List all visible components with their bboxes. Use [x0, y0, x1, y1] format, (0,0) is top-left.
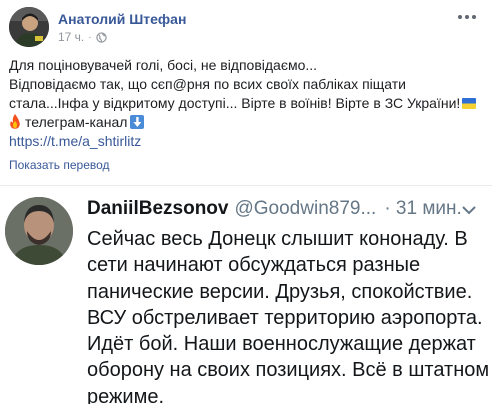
tweet-line: режиме. [87, 385, 165, 404]
chevron-down-icon [462, 206, 476, 215]
tweet-text: Сейчас весь Донецк слышит кононаду. В се… [87, 226, 490, 404]
tweet-time: · 31 мин. [384, 198, 462, 219]
down-arrow-icon [130, 115, 145, 129]
post-text: Для поціновувачей голі, босі, не відпові… [9, 56, 485, 151]
separator-dot: · [88, 31, 92, 43]
post-time[interactable]: 17 ч. [58, 30, 84, 44]
tweet-line: оборону на своих позициях. Всё в штатном [87, 359, 490, 382]
tweet-header: DaniilBezsonov @Goodwin879... · 31 мин. [87, 198, 462, 220]
author-avatar[interactable] [9, 7, 49, 47]
show-translation-link[interactable]: Показать перевод [9, 158, 110, 172]
fire-icon [10, 114, 20, 129]
telegram-line: телеграм-канал [9, 113, 485, 132]
more-dot-icon [465, 15, 469, 19]
tweet-avatar [5, 197, 73, 265]
post-line: Відповідаємо так, що сєп@рня по всих сво… [9, 76, 406, 92]
author-name[interactable]: Анатолий Штефан [58, 11, 186, 27]
more-options-button[interactable] [455, 9, 479, 25]
post-header: Анатолий Штефан 17 ч. · [9, 7, 483, 47]
ukraine-flag-icon [462, 98, 477, 109]
tweet-line: Идёт бой. Наши военнослужащие держат [87, 333, 476, 356]
telegram-link[interactable]: https://t.me/a_shtirlitz [9, 133, 141, 149]
post-meta: 17 ч. · [58, 30, 107, 44]
tweet-line: Сейчас весь Донецк слышит кононаду. В [87, 228, 468, 250]
post-line: стала...Інфа у відкритому доступі... Вір… [9, 95, 461, 111]
telegram-label: телеграм-канал [25, 114, 128, 130]
embedded-tweet-image[interactable]: DaniilBezsonov @Goodwin879... · 31 мин. … [0, 186, 492, 404]
globe-icon [95, 31, 107, 43]
tweet-line: сети начинают обсуждаться разные [87, 254, 421, 277]
post-line: Для поціновувачей голі, босі, не відпові… [9, 57, 318, 73]
more-dot-icon [458, 15, 462, 19]
tweet-line: ВСУ обстреливает территорию аэропорта. [87, 306, 483, 329]
tweet-handle: @Goodwin879... [234, 198, 377, 219]
tweet-line: панические версии. Друзья, спокойствие. [87, 280, 473, 303]
tweet-author-name: DaniilBezsonov [87, 198, 229, 219]
more-dot-icon [472, 15, 476, 19]
post-line-with-flag: стала...Інфа у відкритому доступі... Вір… [9, 94, 485, 113]
